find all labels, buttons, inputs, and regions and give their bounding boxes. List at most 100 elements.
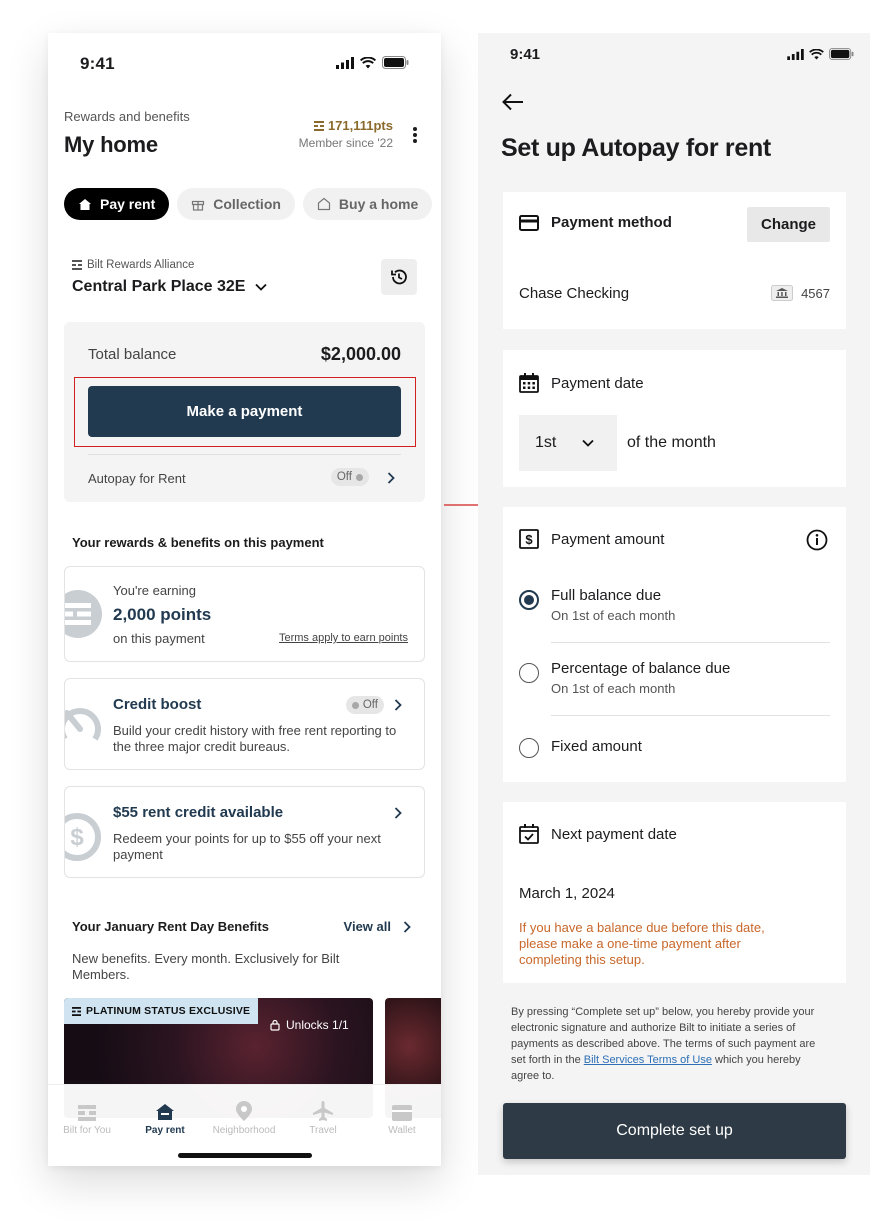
chevron-right-icon [394, 699, 402, 711]
of-the-month-label: of the month [627, 434, 716, 451]
property-brand: Bilt Rewards Alliance [72, 259, 194, 271]
next-payment-heading: Next payment date [519, 824, 677, 844]
back-arrow-icon[interactable] [502, 93, 524, 111]
legal-disclaimer: By pressing “Complete set up” below, you… [511, 1006, 816, 1082]
payment-history-button[interactable] [381, 259, 417, 295]
radio-label: Fixed amount [551, 738, 642, 755]
change-button[interactable]: Change [747, 207, 830, 242]
account-name: Chase Checking [519, 285, 630, 302]
page-title: Set up Autopay for rent [501, 134, 771, 162]
battery-icon [829, 48, 854, 60]
bilt-logo-icon [72, 260, 82, 270]
bank-icon [771, 285, 794, 301]
credit-boost-card[interactable]: Credit boost Off Build your credit histo… [64, 678, 425, 770]
tab-neighborhood[interactable]: Neighborhood [205, 1085, 283, 1136]
plane-icon [313, 1101, 333, 1121]
earning-sub: on this payment [113, 631, 205, 646]
view-all-link[interactable]: View all [344, 919, 411, 934]
pill-collection[interactable]: Collection [177, 188, 295, 220]
dollar-bill-icon: $ [519, 529, 539, 549]
signal-icon [787, 48, 804, 60]
status-bar: 9:41 [48, 33, 441, 93]
wallet-icon [392, 1105, 412, 1121]
home-indicator [178, 1153, 312, 1158]
payment-date-card: Payment date 1st of the month [503, 350, 846, 487]
bilt-logo-icon [72, 1006, 81, 1016]
earning-points: 2,000 points [113, 605, 212, 624]
rent-credit-desc: Redeem your points for up to $55 off you… [113, 831, 381, 862]
complete-setup-button[interactable]: Complete set up [503, 1103, 846, 1159]
status-dot [351, 701, 359, 709]
home-icon [79, 198, 91, 210]
radio-percentage-balance[interactable]: Percentage of balance due On 1st of each… [519, 660, 830, 696]
chevron-right-icon [403, 920, 411, 933]
house-outline-icon [317, 197, 331, 211]
radio-button[interactable] [519, 590, 539, 610]
make-payment-button[interactable]: Make a payment [88, 386, 401, 437]
payment-date-heading: Payment date [519, 373, 644, 393]
divider [88, 454, 401, 455]
home-screen: 9:41 Rewards and benefits My home 171,11… [48, 33, 441, 1166]
points-balance[interactable]: 171,111pts [313, 118, 393, 133]
bilt-logo-icon [313, 120, 324, 131]
credit-boost-status-badge: Off [345, 696, 384, 714]
promo-tag: PLATINUM STATUS EXCLUSIVE [64, 998, 259, 1024]
wifi-icon [809, 48, 824, 60]
credit-card-icon [519, 214, 539, 231]
svg-text:$: $ [70, 824, 84, 851]
map-pin-icon [236, 1101, 252, 1121]
next-payment-card: Next payment date March 1, 2024 If you h… [503, 802, 846, 983]
wifi-icon [360, 56, 376, 68]
grid-icon [78, 1105, 96, 1121]
chevron-right-icon [394, 807, 402, 819]
balance-card: Total balance $2,000.00 Make a payment A… [64, 322, 425, 502]
bilt-coin-icon [65, 590, 102, 638]
divider [551, 715, 830, 716]
status-time: 9:41 [510, 46, 541, 63]
radio-button[interactable] [519, 663, 539, 683]
chevron-down-icon [582, 439, 594, 447]
battery-icon [382, 56, 409, 69]
terms-of-use-link[interactable]: Bilt Services Terms of Use [584, 1054, 712, 1066]
pill-buy-a-home[interactable]: Buy a home [302, 188, 433, 220]
radio-full-balance[interactable]: Full balance due On 1st of each month [519, 587, 830, 623]
credit-boost-desc: Build your credit history with free rent… [113, 723, 397, 754]
page-title: My home [64, 132, 158, 157]
status-icons [336, 56, 409, 69]
autopay-setup-screen: 9:41 Set up Autopay for rent Payment met… [478, 33, 870, 1175]
status-icons [787, 48, 854, 60]
radio-fixed-amount[interactable]: Fixed amount [519, 738, 830, 758]
radio-sublabel: On 1st of each month [551, 681, 676, 696]
tab-travel[interactable]: Travel [284, 1085, 362, 1136]
next-payment-date: March 1, 2024 [519, 885, 615, 902]
autopay-chevron-right-icon[interactable] [387, 472, 395, 484]
calendar-icon [519, 373, 539, 393]
rent-credit-card[interactable]: $ $55 rent credit available Redeem your … [64, 786, 425, 878]
radio-button[interactable] [519, 738, 539, 758]
rent-credit-title: $55 rent credit available [113, 804, 284, 821]
status-time: 9:41 [80, 54, 115, 73]
points-value: 171,111pts [327, 118, 393, 133]
signal-icon [336, 56, 354, 69]
gauge-icon [65, 708, 101, 741]
benefits-heading: Your January Rent Day Benefits [72, 919, 269, 934]
balance-label: Total balance [88, 346, 177, 363]
tab-bilt-for-you[interactable]: Bilt for You [48, 1085, 126, 1136]
tab-pay-rent[interactable]: Pay rent [126, 1085, 204, 1136]
divider [551, 642, 830, 643]
day-of-month-select[interactable]: 1st [519, 415, 617, 471]
balance-amount: $2,000.00 [320, 344, 401, 364]
property-selector[interactable]: Central Park Place 32E [72, 278, 268, 296]
history-icon [391, 269, 407, 285]
account-number: 4567 [771, 285, 830, 301]
more-options-icon[interactable] [407, 125, 423, 145]
autopay-label: Autopay for Rent [88, 471, 186, 486]
member-since: Member since '22 [298, 136, 393, 150]
terms-link[interactable]: Terms apply to earn points [279, 632, 408, 644]
radio-sublabel: On 1st of each month [551, 608, 676, 623]
dollar-coin-icon: $ [65, 813, 101, 861]
info-icon[interactable] [806, 529, 828, 551]
status-dot [356, 473, 363, 481]
pill-pay-rent[interactable]: Pay rent [64, 188, 170, 220]
tab-wallet[interactable]: Wallet [363, 1085, 441, 1136]
